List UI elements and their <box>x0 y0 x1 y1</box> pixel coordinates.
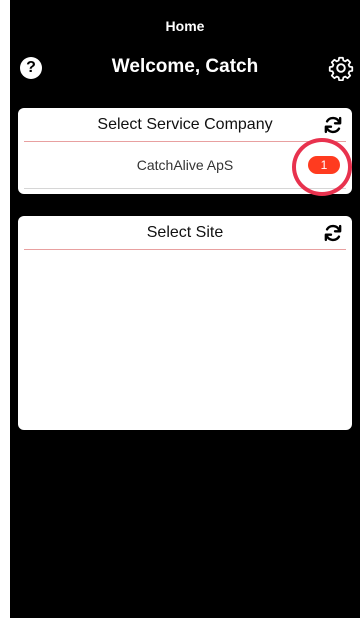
highlight-circle <box>292 138 352 196</box>
refresh-icon[interactable] <box>322 114 344 136</box>
service-company-title: Select Service Company <box>97 116 273 133</box>
site-card: Select Site <box>18 216 352 430</box>
app-screen: Home ? Welcome, Catch Select Service Com… <box>10 0 360 618</box>
refresh-icon[interactable] <box>322 222 344 244</box>
site-header: Select Site <box>24 216 346 250</box>
service-company-header: Select Service Company <box>24 108 346 142</box>
site-title: Select Site <box>146 224 224 241</box>
gear-icon[interactable] <box>328 55 354 81</box>
header-row: ? Welcome, Catch <box>10 54 360 82</box>
welcome-title: Welcome, Catch <box>111 56 259 77</box>
nav-title: Home <box>165 18 205 34</box>
